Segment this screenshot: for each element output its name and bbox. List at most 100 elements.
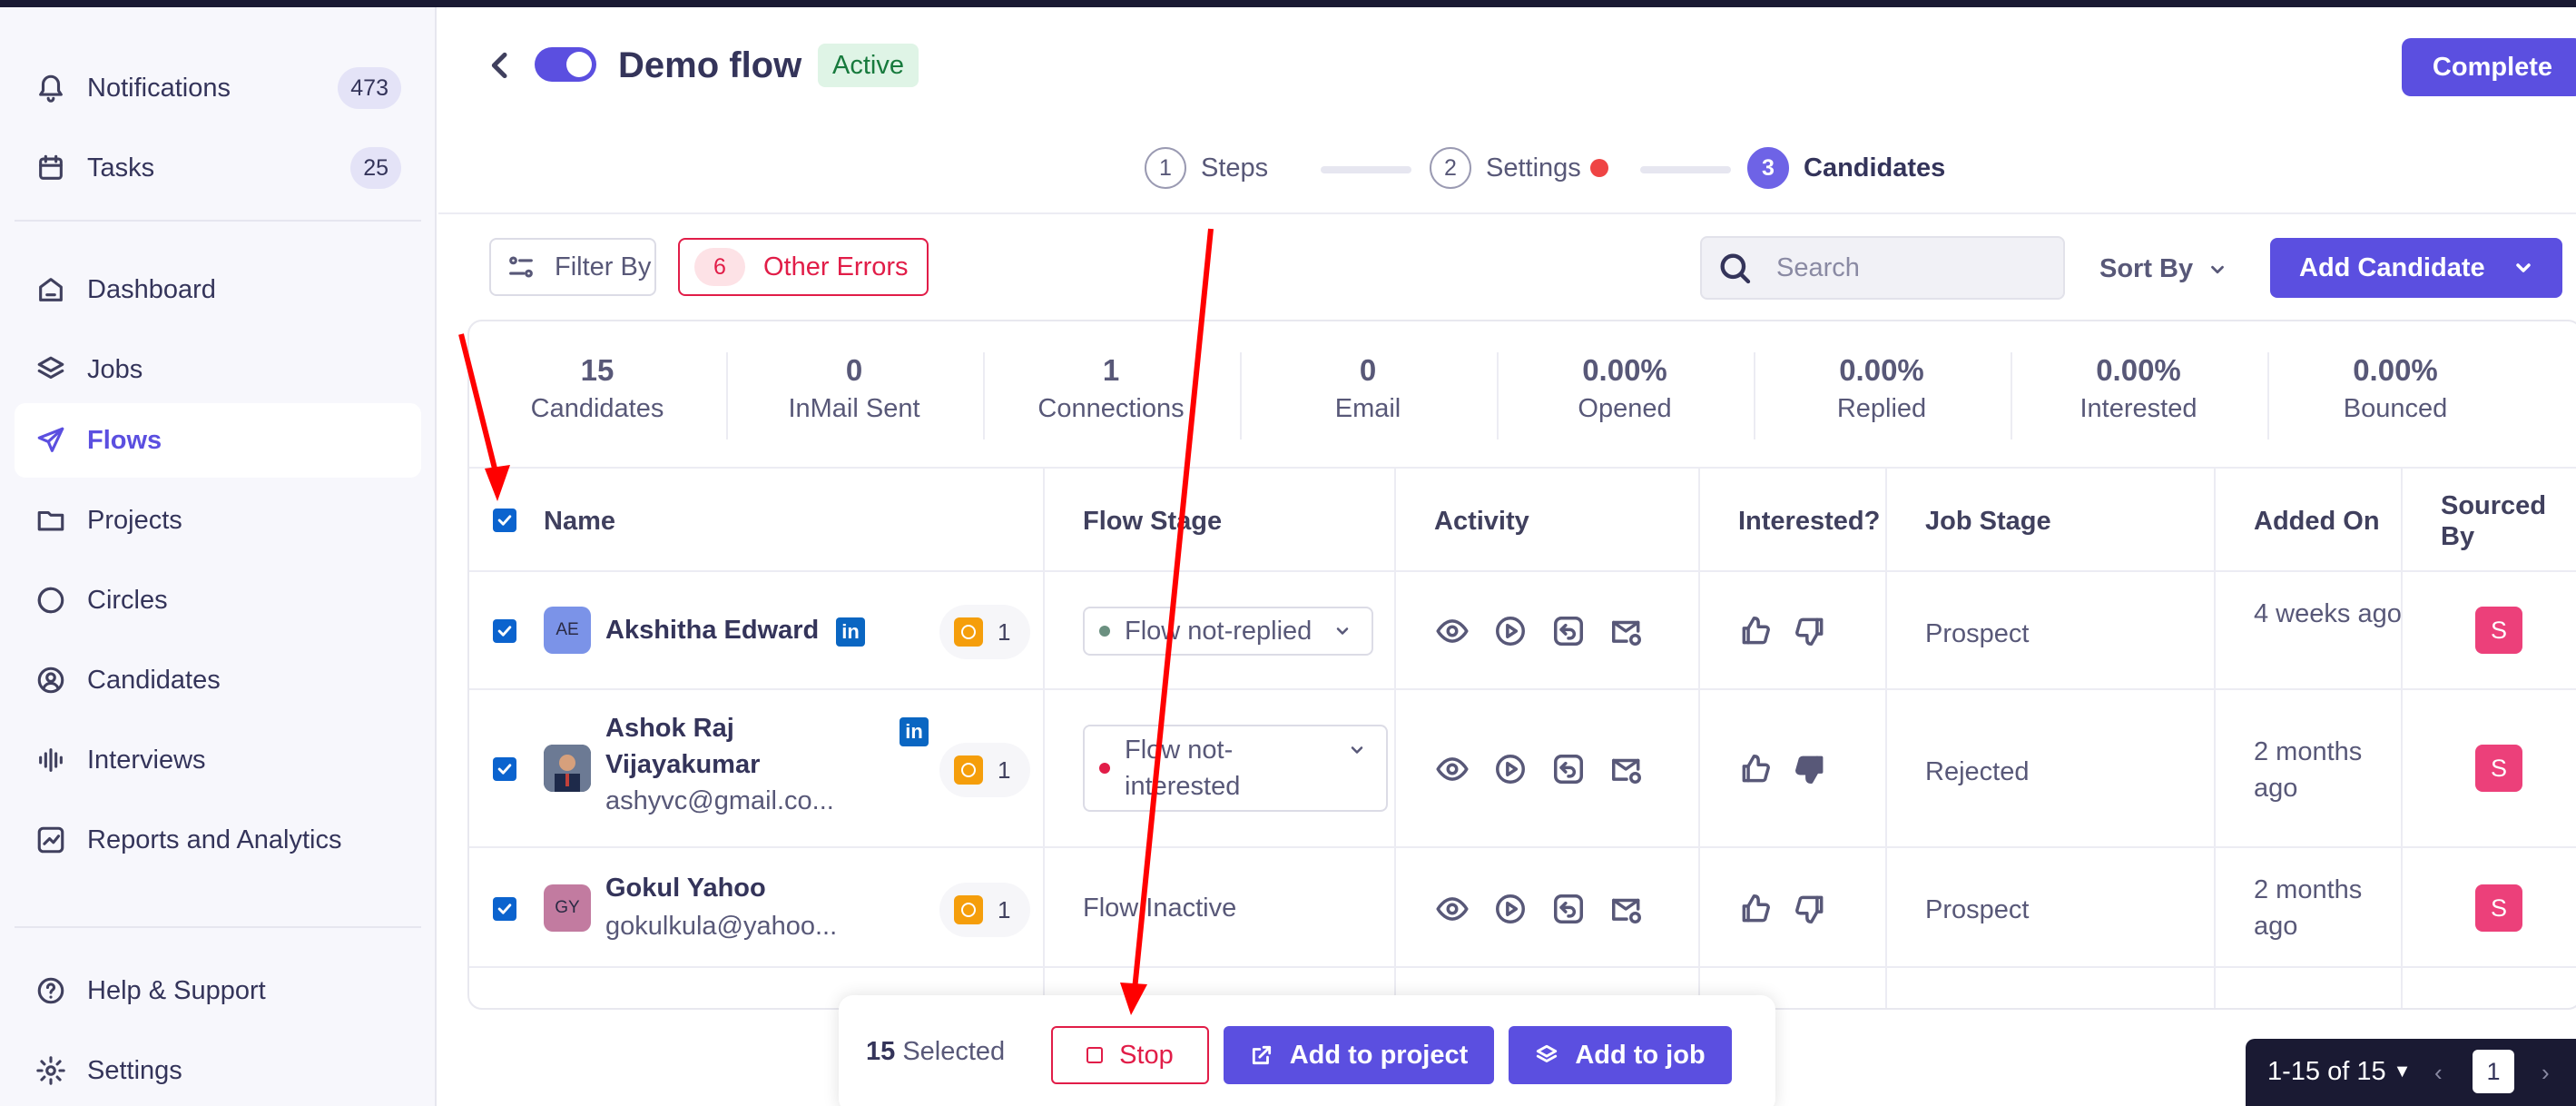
play-circle-icon[interactable] — [1493, 614, 1528, 648]
select-all-checkbox[interactable] — [493, 509, 516, 532]
stat-bounced: 0.00% Bounced — [2267, 352, 2523, 424]
eye-icon[interactable] — [1435, 752, 1470, 786]
stop-button[interactable]: Stop — [1051, 1026, 1209, 1084]
eye-icon[interactable] — [1435, 892, 1470, 926]
mail-settings-icon[interactable] — [1609, 752, 1644, 786]
thumbs-up-icon[interactable] — [1738, 892, 1773, 926]
add-to-job-label: Add to job — [1575, 1040, 1706, 1070]
sidebar-item-settings[interactable]: Settings — [15, 1033, 421, 1106]
thumbs-down-icon[interactable] — [1793, 892, 1827, 926]
user-circle-icon — [34, 664, 67, 696]
stat-replied: 0.00% Replied — [1754, 352, 2010, 424]
column-header-flow-stage[interactable]: Flow Stage — [1061, 469, 1222, 574]
add-to-project-button[interactable]: Add to project — [1224, 1026, 1494, 1084]
candidate-name[interactable]: Akshitha Edward — [605, 612, 819, 648]
chevron-down-icon — [1336, 627, 1349, 635]
stat-connections: 1 Connections — [983, 352, 1239, 424]
linkedin-icon[interactable]: in — [836, 617, 865, 647]
added-on-value: 2 months ago — [2254, 875, 2363, 941]
step-label: Settings — [1486, 153, 1581, 183]
next-page-button[interactable]: › — [2542, 1059, 2550, 1087]
row-checkbox[interactable] — [493, 757, 516, 781]
stat-label: InMail Sent — [788, 394, 920, 423]
row-checkbox[interactable] — [493, 897, 516, 921]
stat-label: Bounced — [2343, 394, 2448, 423]
sidebar-item-label: Dashboard — [87, 274, 216, 304]
sidebar-item-interviews[interactable]: Interviews — [15, 723, 421, 797]
sidebar-item-flows[interactable]: Flows — [15, 403, 421, 478]
candidate-name[interactable]: Ashok Raj Vijayakumar — [605, 710, 878, 783]
sequence-chip[interactable]: 1 — [939, 743, 1030, 797]
sidebar-item-label: Notifications — [87, 73, 231, 103]
flow-stage-select[interactable]: Flow not-interested — [1083, 725, 1388, 812]
sort-label: Sort By — [2099, 254, 2194, 283]
sidebar-item-reports[interactable]: Reports and Analytics — [15, 803, 421, 877]
sidebar-item-tasks[interactable]: Tasks 25 — [15, 131, 421, 205]
audio-wave-icon — [34, 744, 67, 776]
add-candidate-button[interactable]: Add Candidate — [2270, 238, 2562, 298]
stat-label: Replied — [1836, 394, 1927, 423]
thumbs-up-icon[interactable] — [1738, 614, 1773, 648]
table-row[interactable]: Ashok Raj Vijayakumar in ashyvc@gmail.co… — [469, 690, 2576, 848]
step-candidates[interactable]: 3 Candidates — [1747, 147, 1945, 189]
eye-icon[interactable] — [1435, 614, 1470, 648]
sequence-chip[interactable]: 1 — [939, 605, 1030, 659]
stat-candidates: 15 Candidates — [469, 352, 725, 424]
reply-icon[interactable] — [1551, 752, 1586, 786]
mail-settings-icon[interactable] — [1609, 614, 1644, 648]
step-steps[interactable]: 1 Steps — [1145, 147, 1268, 189]
thumbs-down-filled-icon[interactable] — [1793, 752, 1827, 786]
thumbs-down-icon[interactable] — [1793, 614, 1827, 648]
previous-page-button[interactable]: ‹ — [2434, 1059, 2443, 1087]
column-header-job-stage[interactable]: Job Stage — [1903, 469, 2051, 574]
thumbs-up-icon[interactable] — [1738, 752, 1773, 786]
column-header-activity: Activity — [1434, 506, 1529, 536]
reply-icon[interactable] — [1551, 892, 1586, 926]
sidebar-item-candidates[interactable]: Candidates — [15, 643, 421, 717]
sidebar-item-dashboard[interactable]: Dashboard — [15, 252, 421, 327]
mail-settings-icon[interactable] — [1609, 892, 1644, 926]
stop-label: Stop — [1119, 1040, 1174, 1070]
sequence-count: 1 — [998, 895, 1011, 923]
candidates-card: 15 Candidates 0 InMail Sent 1 Connections 0… — [467, 320, 2576, 1010]
page-range-dropdown[interactable]: 1-15 of 15 ▼ — [2267, 1057, 2411, 1087]
reply-icon[interactable] — [1551, 614, 1586, 648]
column-header-added-on[interactable]: Added On — [2232, 469, 2380, 574]
top-bar — [0, 0, 2576, 7]
add-to-project-label: Add to project — [1289, 1040, 1469, 1070]
sidebar-item-help[interactable]: Help & Support — [15, 953, 421, 1028]
row-checkbox[interactable] — [493, 619, 516, 643]
current-page[interactable]: 1 — [2473, 1050, 2514, 1093]
check-icon — [497, 904, 512, 914]
add-to-job-button[interactable]: Add to job — [1509, 1026, 1732, 1084]
table-row[interactable]: AE Akshitha Edward in 1 Flow not-replied… — [469, 572, 2576, 690]
sidebar-item-jobs[interactable]: Jobs — [15, 332, 421, 407]
column-header-name[interactable]: Name — [522, 469, 615, 574]
complete-button[interactable]: Complete — [2402, 38, 2576, 96]
sequence-chip[interactable]: 1 — [939, 883, 1030, 937]
stat-value: 0.00% — [2096, 353, 2181, 387]
sidebar-item-label: Tasks — [87, 153, 155, 183]
flow-stage-select[interactable]: Flow not-replied — [1083, 607, 1373, 656]
check-icon — [497, 764, 512, 775]
sort-by-dropdown[interactable]: Sort By — [2099, 254, 2227, 284]
sidebar-item-projects[interactable]: Projects — [15, 483, 421, 558]
candidate-name[interactable]: Gokul Yahoo — [605, 870, 766, 906]
sidebar-item-label: Reports and Analytics — [87, 825, 342, 854]
stage-dot — [1099, 763, 1110, 774]
flow-active-toggle[interactable] — [535, 47, 596, 82]
chevron-down-icon — [2515, 263, 2531, 272]
table-row[interactable]: GY Gokul Yahoo gokulkula@yahoo... 1 Flow… — [469, 848, 2576, 968]
play-circle-icon[interactable] — [1493, 752, 1528, 786]
sidebar-item-notifications[interactable]: Notifications 473 — [15, 51, 421, 125]
back-arrow-icon[interactable] — [482, 47, 518, 84]
play-circle-icon[interactable] — [1493, 892, 1528, 926]
search-input[interactable]: Search — [1700, 236, 2065, 300]
step-number: 2 — [1430, 147, 1471, 189]
linkedin-icon[interactable]: in — [900, 717, 929, 746]
sidebar-item-circles[interactable]: Circles — [15, 563, 421, 637]
filter-by-button[interactable]: Filter By — [489, 238, 656, 296]
other-errors-button[interactable]: 6 Other Errors — [678, 238, 929, 296]
step-settings[interactable]: 2 Settings — [1430, 147, 1608, 189]
step-connector — [1640, 166, 1731, 173]
